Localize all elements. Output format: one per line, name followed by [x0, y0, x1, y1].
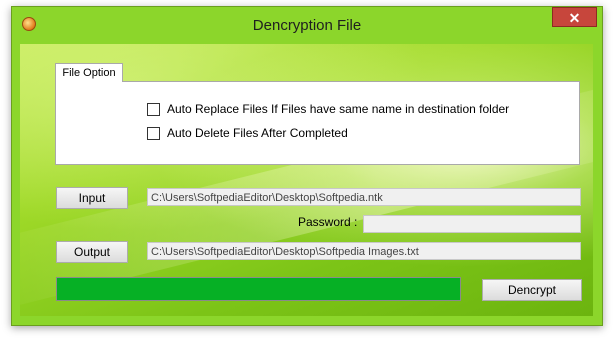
dencrypt-button[interactable]: Dencrypt	[482, 279, 582, 301]
output-path-field[interactable]: C:\Users\SoftpediaEditor\Desktop\Softped…	[147, 242, 581, 260]
progress-fill	[57, 278, 460, 300]
window-title: Dencryption File	[252, 17, 362, 34]
password-field[interactable]	[363, 215, 581, 233]
output-button[interactable]: Output	[56, 241, 128, 263]
auto-replace-checkbox[interactable]	[147, 103, 160, 116]
client-area: File Option Auto Replace Files If Files …	[20, 44, 593, 316]
main-window: Dencryption File ✕ File Option Auto Repl…	[11, 6, 603, 326]
tab-file-option[interactable]: File Option	[55, 63, 123, 82]
input-path-field[interactable]: C:\Users\SoftpediaEditor\Desktop\Softped…	[147, 188, 581, 206]
file-option-panel: Auto Replace Files If Files have same na…	[55, 81, 580, 165]
auto-delete-checkbox[interactable]	[147, 127, 160, 140]
input-button[interactable]: Input	[56, 187, 128, 209]
title-bar[interactable]: Dencryption File ✕	[12, 7, 602, 44]
progress-bar	[56, 277, 461, 301]
password-label: Password :	[298, 215, 358, 229]
auto-delete-label: Auto Delete Files After Completed	[167, 126, 348, 140]
auto-replace-label: Auto Replace Files If Files have same na…	[167, 102, 510, 116]
close-button[interactable]: ✕	[552, 7, 597, 27]
